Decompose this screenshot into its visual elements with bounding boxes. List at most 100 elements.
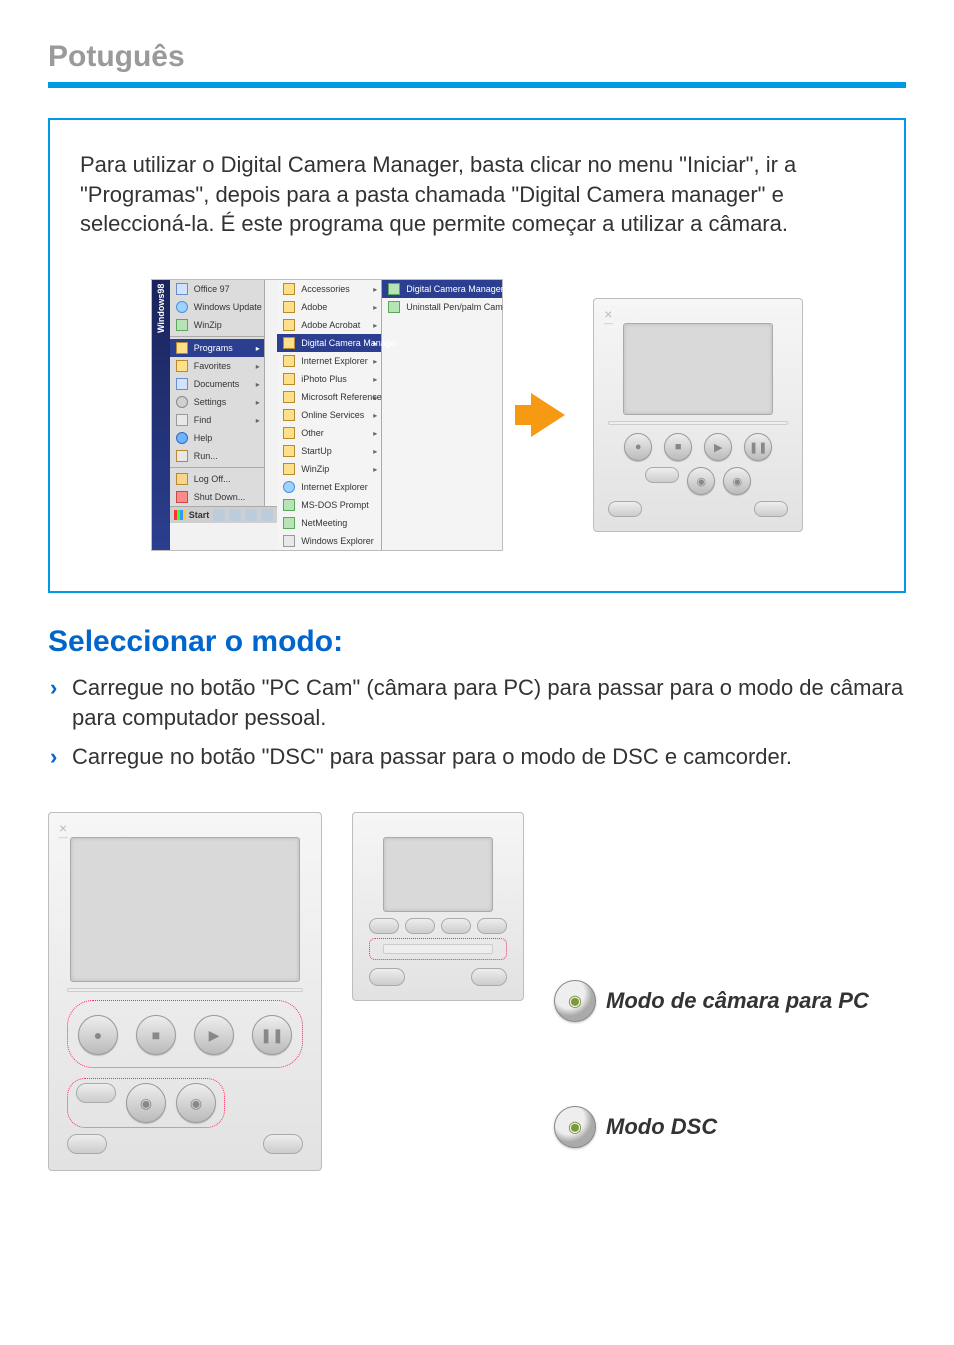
sm-label: Shut Down...	[194, 492, 246, 502]
sm-sub-dcm[interactable]: Digital Camera Manager	[277, 334, 381, 352]
sm-label: Run...	[194, 451, 218, 461]
sm-sub-ie2[interactable]: Internet Explorer	[277, 478, 381, 496]
mode-knob-2[interactable]: ◉	[723, 467, 751, 495]
close-under: —	[604, 319, 613, 328]
sm-favorites[interactable]: Favorites	[170, 357, 264, 375]
playback-controls: ● ■ ▶ ❚❚	[608, 433, 788, 461]
sm-help[interactable]: Help	[170, 429, 264, 447]
folder-icon	[283, 445, 295, 457]
sm-sub-startup[interactable]: StartUp	[277, 442, 381, 460]
pause-button[interactable]: ❚❚	[252, 1015, 292, 1055]
help-icon	[176, 432, 188, 444]
stop-button[interactable]: ■	[136, 1015, 176, 1055]
sm-sub-other[interactable]: Other	[277, 424, 381, 442]
sm-documents[interactable]: Documents	[170, 375, 264, 393]
settings-pill[interactable]	[754, 501, 788, 517]
msdos-icon	[283, 499, 295, 511]
sm-dcm-uninstall[interactable]: Uninstall Pen/palm Cam	[382, 298, 502, 316]
preview-screen	[623, 323, 773, 415]
taskbar-icon[interactable]	[245, 509, 257, 521]
sm-sub-acrobat[interactable]: Adobe Acrobat	[277, 316, 381, 334]
window-close-icon[interactable]: × —	[59, 821, 68, 842]
mode-knob[interactable]: ◉	[126, 1083, 166, 1123]
sm-settings[interactable]: Settings	[170, 393, 264, 411]
folder-icon	[283, 337, 295, 349]
sm-label: Documents	[194, 379, 240, 389]
window-close-icon[interactable]: × —	[604, 307, 613, 328]
mode-knob-2[interactable]: ◉	[176, 1083, 216, 1123]
sm-label: Adobe Acrobat	[301, 320, 360, 330]
netmeeting-icon	[283, 517, 295, 529]
sm-sub-msdos[interactable]: MS-DOS Prompt	[277, 496, 381, 514]
record-button[interactable]: ●	[624, 433, 652, 461]
sm-sub-msref[interactable]: Microsoft Reference	[277, 388, 381, 406]
sm-label: WinZip	[194, 320, 222, 330]
logoff-icon	[176, 473, 188, 485]
dsc-bottom-pill[interactable]	[369, 968, 405, 986]
start-button[interactable]: Start	[174, 510, 210, 520]
sm-shutdown[interactable]: Shut Down...	[170, 488, 264, 506]
play-button[interactable]: ▶	[194, 1015, 234, 1055]
sm-top-office[interactable]: Office 97	[170, 280, 264, 298]
pause-button[interactable]: ❚❚	[744, 433, 772, 461]
sm-sub-winzip[interactable]: WinZip	[277, 460, 381, 478]
dsc-toggle[interactable]	[67, 1134, 107, 1154]
sm-label: Settings	[194, 397, 227, 407]
dsc-knob-icon: ◉	[554, 1106, 596, 1148]
mode-callouts: ◉ Modo de câmara para PC ◉ Modo DSC	[554, 960, 869, 1168]
arrow-right-icon	[531, 393, 565, 437]
dsc-pill[interactable]	[441, 918, 471, 934]
stop-button[interactable]: ■	[664, 433, 692, 461]
pc-cam-toggle[interactable]	[76, 1083, 116, 1103]
dsc-mid-controls	[369, 918, 507, 934]
pc-cam-mode-label: Modo de câmara para PC	[606, 988, 869, 1014]
sm-logoff[interactable]: Log Off...	[170, 470, 264, 488]
dsc-toggle[interactable]	[608, 501, 642, 517]
sm-dcm-launch[interactable]: Digital Camera Manager	[382, 280, 502, 298]
sm-sub-iphoto[interactable]: iPhoto Plus	[277, 370, 381, 388]
settings-pill[interactable]	[263, 1134, 303, 1154]
sm-label: Programs	[194, 343, 233, 353]
sm-label: Adobe	[301, 302, 327, 312]
sm-label: NetMeeting	[301, 518, 347, 528]
favorites-icon	[176, 360, 188, 372]
dsc-mode-label: Modo DSC	[606, 1114, 717, 1140]
folder-icon	[283, 463, 295, 475]
sm-programs[interactable]: Programs	[170, 339, 264, 357]
sm-sub-netmeeting[interactable]: NetMeeting	[277, 514, 381, 532]
sm-sub-adobe[interactable]: Adobe	[277, 298, 381, 316]
sm-sub-accessories[interactable]: Accessories	[277, 280, 381, 298]
sm-sub-online[interactable]: Online Services	[277, 406, 381, 424]
play-button[interactable]: ▶	[704, 433, 732, 461]
sm-label: Internet Explorer	[301, 356, 368, 366]
windows-flag-icon	[174, 510, 186, 520]
sm-sub-ie[interactable]: Internet Explorer	[277, 352, 381, 370]
sm-label: Digital Camera Manager	[301, 338, 399, 348]
sm-top-winupdate[interactable]: Windows Update	[170, 298, 264, 316]
taskbar-icon[interactable]	[213, 509, 225, 521]
dsc-pill[interactable]	[405, 918, 435, 934]
settings-icon	[176, 396, 188, 408]
sm-find[interactable]: Find	[170, 411, 264, 429]
mode-toggle-row: ◉ ◉	[608, 467, 788, 495]
pc-cam-toggle[interactable]	[645, 467, 679, 483]
mode-figure: × — ● ■ ▶ ❚❚ ◉ ◉	[48, 812, 906, 1171]
taskbar-icon[interactable]	[229, 509, 241, 521]
sm-run[interactable]: Run...	[170, 447, 264, 465]
sm-sub-winexp[interactable]: Windows Explorer	[277, 532, 381, 550]
sm-label: Accessories	[301, 284, 350, 294]
record-button[interactable]: ●	[78, 1015, 118, 1055]
sm-label: Log Off...	[194, 474, 231, 484]
dsc-pill[interactable]	[477, 918, 507, 934]
sm-label: Uninstall Pen/palm Cam	[406, 302, 503, 312]
sm-label: WinZip	[301, 464, 329, 474]
sm-label: Online Services	[301, 410, 364, 420]
sm-label: StartUp	[301, 446, 332, 456]
mode-knob[interactable]: ◉	[687, 467, 715, 495]
instruction-paragraph: Para utilizar o Digital Camera Manager, …	[80, 150, 874, 239]
sm-top-winzip[interactable]: WinZip	[170, 316, 264, 334]
sm-label: Digital Camera Manager	[406, 284, 504, 294]
dsc-bottom-pill[interactable]	[471, 968, 507, 986]
dsc-pill[interactable]	[369, 918, 399, 934]
taskbar-icon[interactable]	[261, 509, 273, 521]
